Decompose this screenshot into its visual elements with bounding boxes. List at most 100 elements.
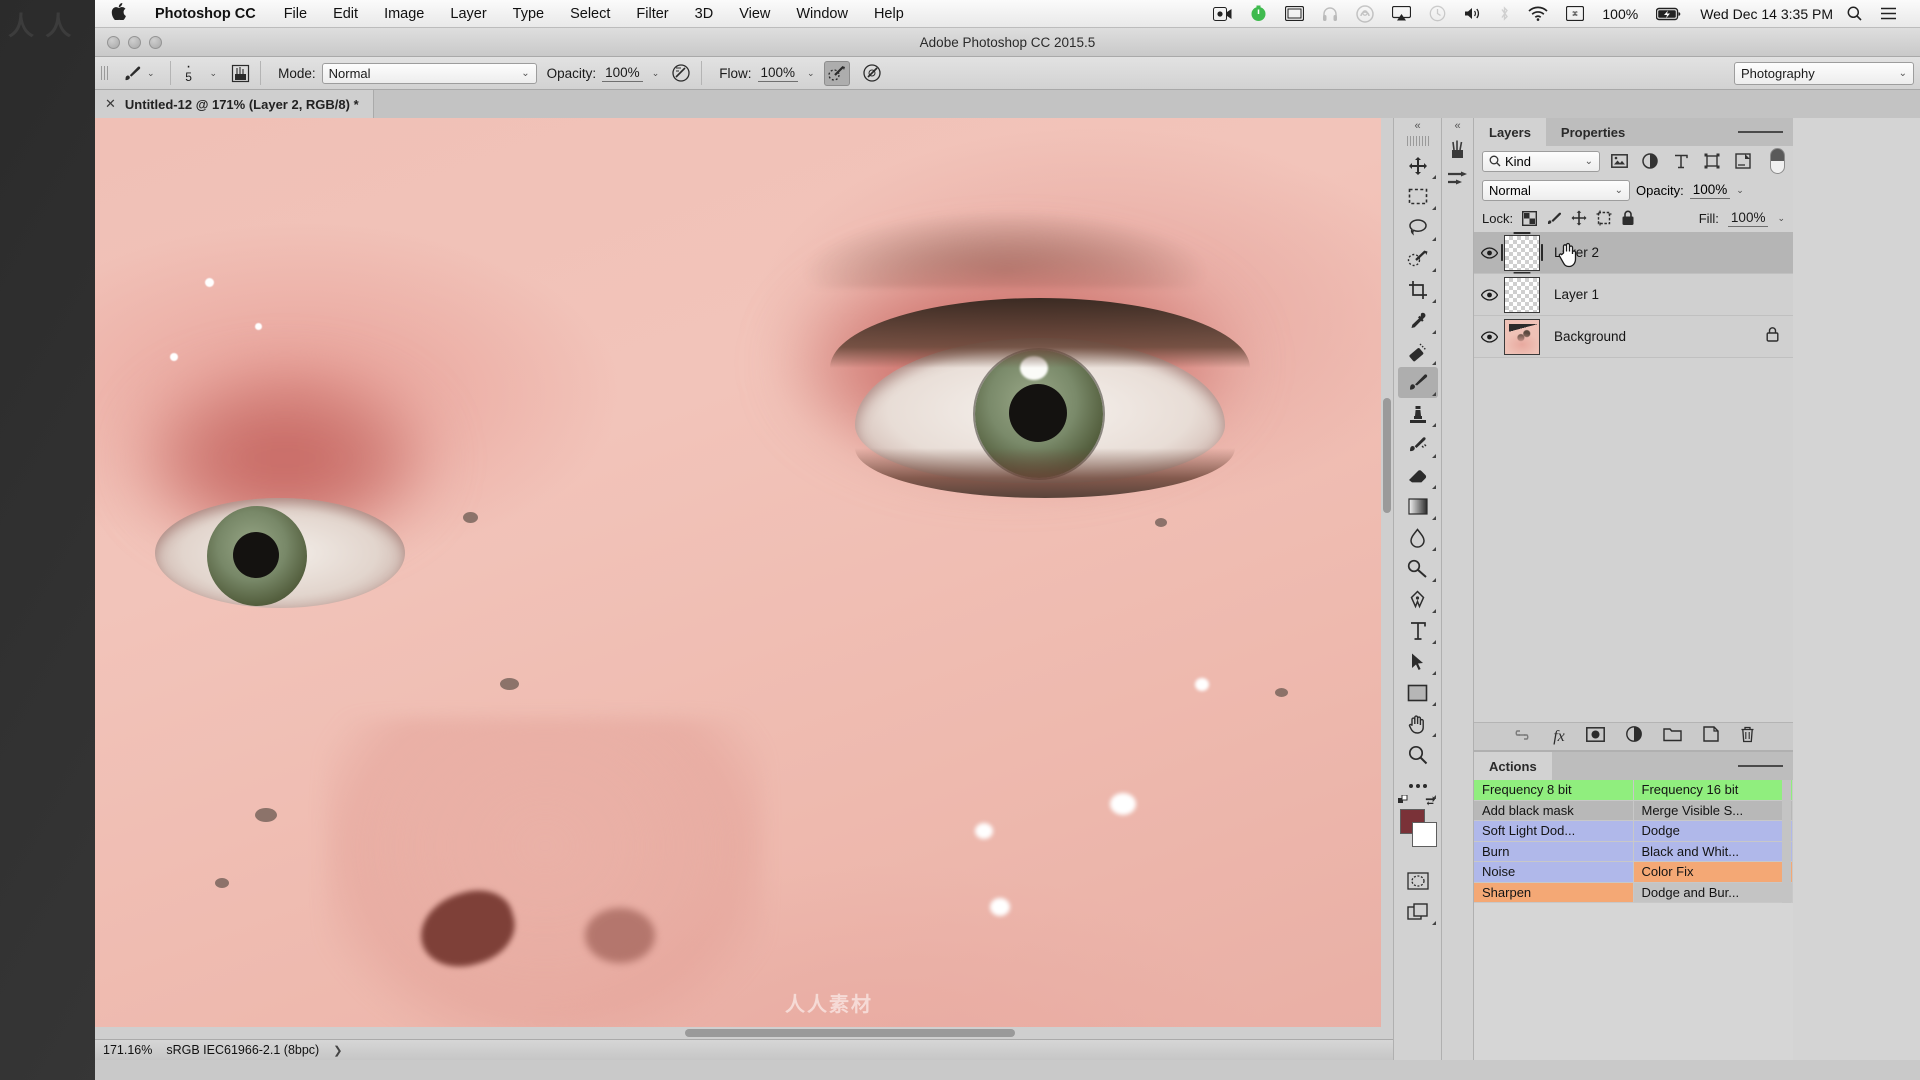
menu-select[interactable]: Select	[557, 6, 623, 22]
action-button[interactable]: Burn	[1474, 841, 1634, 862]
filter-shape-icon[interactable]	[1700, 151, 1724, 172]
eraser-tool[interactable]	[1398, 460, 1438, 491]
canvas-vertical-scrollbar[interactable]	[1381, 118, 1393, 1039]
layer-name[interactable]: Layer 2	[1540, 245, 1599, 260]
eyedropper-tool[interactable]	[1398, 305, 1438, 336]
move-tool[interactable]	[1398, 150, 1438, 181]
filter-pixel-icon[interactable]	[1607, 151, 1631, 172]
screen-record-icon[interactable]	[1204, 6, 1241, 21]
crop-tool[interactable]	[1398, 274, 1438, 305]
apple-icon[interactable]	[95, 2, 140, 25]
airplay-icon[interactable]	[1383, 6, 1420, 21]
type-tool[interactable]	[1398, 615, 1438, 646]
fill-input[interactable]: 100%	[1727, 210, 1769, 227]
gradient-tool[interactable]	[1398, 491, 1438, 522]
layer-styles-fx-icon[interactable]: fx	[1553, 728, 1565, 746]
opacity-caret[interactable]: ⌄	[652, 68, 660, 79]
blur-tool[interactable]	[1398, 522, 1438, 553]
marquee-tool[interactable]	[1398, 181, 1438, 212]
canvas-horizontal-scrollbar[interactable]	[95, 1027, 1381, 1039]
bluetooth-icon[interactable]	[1490, 5, 1519, 22]
document-tab[interactable]: ✕ Untitled-12 @ 171% (Layer 2, RGB/8) *	[95, 90, 374, 118]
search-icon[interactable]	[1833, 6, 1871, 21]
current-tool-preset[interactable]: ⌄	[114, 64, 163, 83]
path-selection-tool[interactable]	[1398, 646, 1438, 677]
layer-row-layer-1[interactable]: Layer 1	[1474, 274, 1793, 316]
menu-type[interactable]: Type	[500, 6, 557, 22]
zoom-tool[interactable]	[1398, 739, 1438, 770]
chevron-right-icon[interactable]: ❯	[333, 1044, 342, 1057]
brush-tool[interactable]	[1397, 367, 1438, 398]
panel-menu-icon[interactable]	[1728, 752, 1793, 780]
lock-artboard-icon[interactable]	[1596, 210, 1612, 226]
brush-settings-panel-icon[interactable]	[1443, 164, 1473, 194]
new-layer-icon[interactable]	[1703, 726, 1719, 747]
layer-thumbnail[interactable]	[1504, 276, 1540, 313]
workspace-switcher[interactable]: Photography ⌄	[1734, 61, 1914, 85]
display-icon[interactable]	[1276, 6, 1313, 21]
lock-position-icon[interactable]	[1571, 210, 1587, 226]
action-button[interactable]: Dodge	[1633, 821, 1793, 842]
creative-cloud-icon[interactable]	[1347, 4, 1383, 23]
action-button[interactable]: Merge Visible S...	[1633, 800, 1793, 821]
tab-properties[interactable]: Properties	[1545, 118, 1641, 146]
wifi-icon[interactable]	[1519, 6, 1557, 21]
smoothing-icon[interactable]	[859, 61, 885, 86]
layer-filter-kind-select[interactable]: Kind ⌄	[1482, 150, 1600, 172]
layer-row-layer-2[interactable]: Layer 2	[1474, 232, 1793, 274]
flow-input[interactable]: 100%	[757, 65, 799, 82]
rectangle-tool[interactable]	[1398, 677, 1438, 708]
layer-name[interactable]: Layer 1	[1540, 287, 1599, 302]
layer-visibility-toggle[interactable]	[1474, 246, 1504, 259]
time-tracker-icon[interactable]	[1241, 5, 1276, 22]
clone-stamp-tool[interactable]	[1398, 398, 1438, 429]
action-button[interactable]: Add black mask	[1474, 800, 1634, 821]
options-bar-grip[interactable]	[101, 62, 110, 84]
close-tab-icon[interactable]: ✕	[105, 96, 116, 112]
battery-charging-icon[interactable]	[1647, 7, 1690, 21]
lock-all-icon[interactable]	[1621, 210, 1635, 226]
action-button[interactable]: Dodge and Bur...	[1633, 882, 1793, 903]
color-swatches[interactable]	[1397, 794, 1438, 849]
filter-enable-toggle[interactable]	[1770, 148, 1785, 174]
tab-layers[interactable]: Layers	[1474, 118, 1546, 146]
quick-selection-tool[interactable]	[1398, 243, 1438, 274]
tools-panel-grip[interactable]	[1406, 136, 1429, 146]
lock-image-icon[interactable]	[1546, 211, 1562, 226]
flow-caret[interactable]: ⌄	[807, 68, 815, 79]
filter-smart-object-icon[interactable]	[1731, 151, 1755, 172]
action-button[interactable]: Color Fix	[1633, 862, 1793, 883]
menu-window[interactable]: Window	[783, 6, 861, 22]
layer-visibility-toggle[interactable]	[1474, 288, 1504, 301]
screen-mode-toggle[interactable]	[1398, 896, 1438, 927]
airbrush-icon[interactable]	[823, 60, 850, 86]
image-canvas[interactable]: 人人素材	[95, 118, 1381, 1039]
layer-opacity-caret[interactable]: ⌄	[1736, 185, 1744, 196]
quick-mask-toggle[interactable]	[1398, 865, 1438, 896]
menu-3d[interactable]: 3D	[682, 6, 727, 22]
hand-tool[interactable]	[1398, 708, 1438, 739]
pen-tool[interactable]	[1398, 584, 1438, 615]
layer-opacity-input[interactable]: 100%	[1689, 182, 1731, 199]
action-button[interactable]: Frequency 16 bit	[1633, 780, 1793, 801]
adjustment-layer-icon[interactable]	[1625, 726, 1642, 747]
timemachine-icon[interactable]	[1420, 5, 1455, 22]
opacity-input[interactable]: 100%	[602, 65, 643, 82]
layer-row-background[interactable]: Background	[1474, 316, 1793, 358]
history-brush-tool[interactable]	[1398, 429, 1438, 460]
scrollbar-thumb[interactable]	[685, 1029, 1015, 1037]
filter-adjustment-icon[interactable]	[1638, 151, 1662, 172]
menu-layer[interactable]: Layer	[437, 6, 499, 22]
layer-thumbnail[interactable]	[1504, 234, 1540, 271]
action-button[interactable]: Sharpen	[1474, 882, 1634, 903]
input-source-icon[interactable]: ⌘	[1557, 6, 1593, 21]
tablet-pressure-opacity-icon[interactable]	[668, 61, 694, 86]
brushes-panel-icon[interactable]	[1443, 134, 1473, 164]
collapse-tools-icon[interactable]: «	[1394, 118, 1441, 134]
swap-colors-icon[interactable]	[1425, 795, 1438, 810]
panel-menu-icon[interactable]	[1728, 118, 1793, 146]
collapse-dock-icon[interactable]: «	[1442, 118, 1473, 134]
layer-thumbnail[interactable]	[1504, 318, 1540, 355]
reset-colors-icon[interactable]	[1397, 794, 1409, 809]
zoom-level[interactable]: 171.16%	[103, 1043, 152, 1057]
